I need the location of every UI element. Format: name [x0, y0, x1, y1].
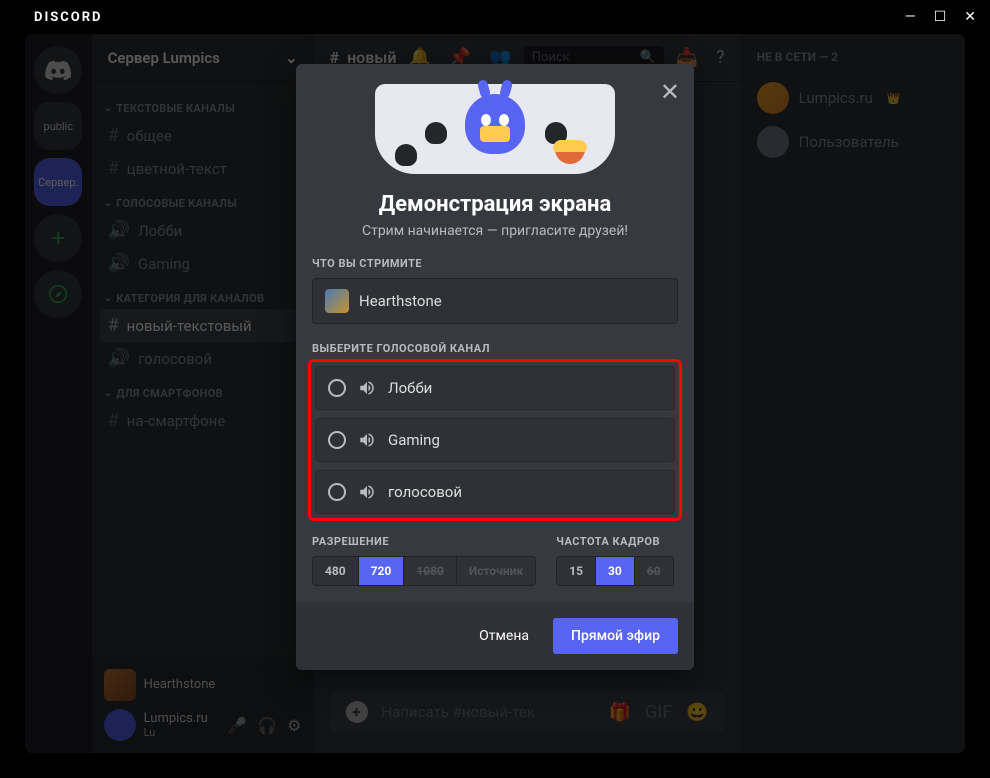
fps-label: ЧАСТОТА КАДРОВ: [556, 535, 673, 548]
go-live-button[interactable]: Прямой эфир: [553, 618, 678, 654]
window-titlebar: DISCORD — ☐ ✕: [0, 0, 990, 34]
speaker-icon: [358, 379, 376, 397]
fps-option[interactable]: 15: [557, 557, 596, 585]
speaker-icon: [358, 431, 376, 449]
voice-channel-option[interactable]: Gaming: [315, 418, 675, 462]
highlighted-section: Лобби Gaming голосовой: [308, 359, 682, 521]
modal-footer: Отмена Прямой эфир: [296, 602, 694, 670]
close-icon[interactable]: ✕: [660, 78, 680, 106]
stream-source-label: ЧТО ВЫ СТРИМИТЕ: [312, 257, 678, 270]
resolution-label: РАЗРЕШЕНИЕ: [312, 535, 536, 548]
speaker-icon: [358, 483, 376, 501]
resolution-option-selected[interactable]: 720: [359, 557, 405, 585]
fps-option-selected[interactable]: 30: [596, 557, 635, 585]
maximize-icon[interactable]: ☐: [934, 9, 947, 25]
app-name: DISCORD: [34, 10, 103, 25]
window-controls: — ☐ ✕: [905, 9, 976, 25]
cancel-button[interactable]: Отмена: [463, 618, 545, 654]
voice-channel-name: Лобби: [388, 379, 432, 397]
voice-channel-label: ВЫБЕРИТЕ ГОЛОСОВОЙ КАНАЛ: [312, 342, 678, 355]
resolution-option-disabled[interactable]: Источник: [457, 557, 535, 585]
fps-option-disabled[interactable]: 60: [635, 557, 673, 585]
radio-icon: [328, 483, 346, 501]
voice-channel-option[interactable]: голосовой: [315, 470, 675, 514]
minimize-icon[interactable]: —: [905, 9, 916, 25]
radio-icon: [328, 431, 346, 449]
stream-app-name: Hearthstone: [359, 292, 442, 310]
resolution-option-disabled[interactable]: 1080: [404, 557, 457, 585]
screen-share-modal: ✕ Демонстрация экрана Стрим начинается —…: [296, 64, 694, 670]
close-icon[interactable]: ✕: [964, 9, 976, 25]
resolution-selector: 480 720 1080 Источник: [312, 556, 536, 586]
stream-source-box[interactable]: Hearthstone: [312, 278, 678, 324]
radio-icon: [328, 379, 346, 397]
fps-selector: 15 30 60: [556, 556, 673, 586]
voice-channel-option[interactable]: Лобби: [315, 366, 675, 410]
hearthstone-icon: [325, 289, 349, 313]
modal-title: Демонстрация экрана: [312, 192, 678, 217]
modal-overlay: ✕ Демонстрация экрана Стрим начинается —…: [0, 34, 990, 778]
voice-channel-name: голосовой: [388, 483, 462, 501]
modal-hero-art: [296, 64, 694, 174]
modal-subtitle: Стрим начинается — пригласите друзей!: [312, 223, 678, 239]
voice-channel-name: Gaming: [388, 431, 440, 449]
resolution-option[interactable]: 480: [313, 557, 359, 585]
